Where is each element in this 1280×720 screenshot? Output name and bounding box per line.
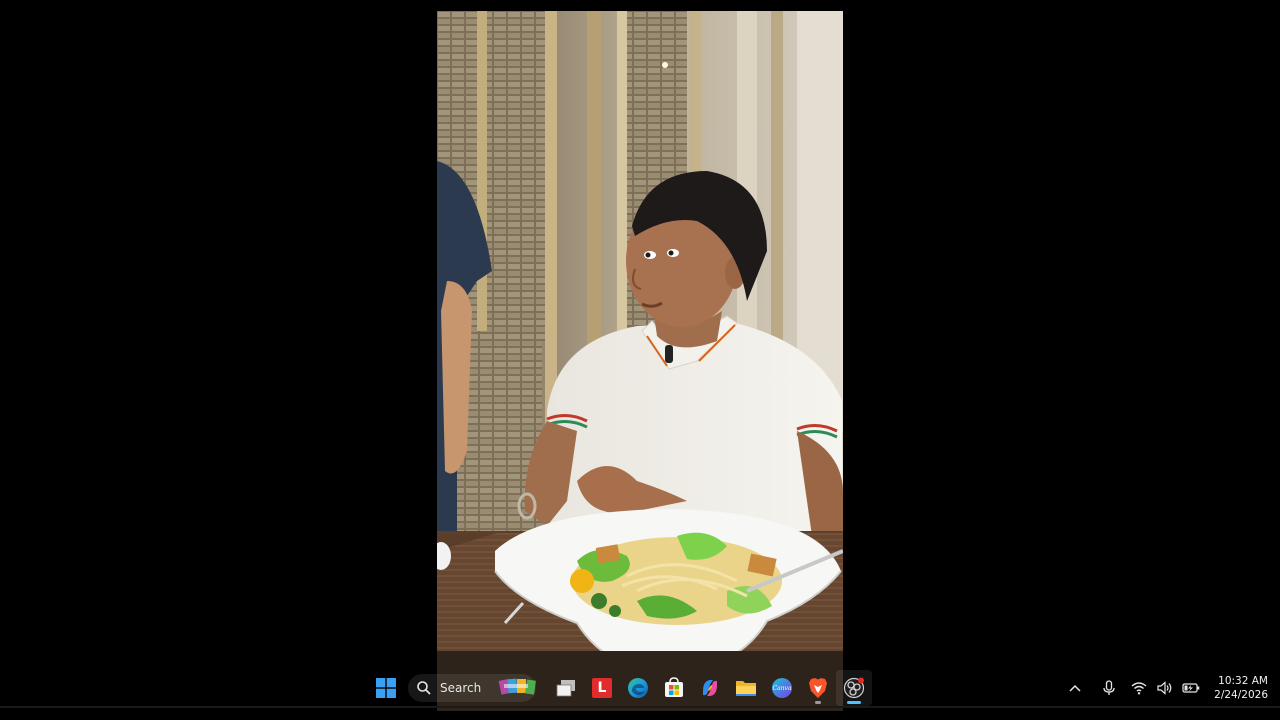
task-view-button[interactable] [548,670,584,706]
clock-date: 2/24/2026 [1214,689,1268,701]
obs-app-button[interactable] [836,670,872,706]
taskbar-search[interactable]: Search [408,674,536,702]
windows-icon [376,678,396,698]
folder-icon [736,681,756,696]
obs-icon [843,677,865,699]
video-frame[interactable] [437,11,843,711]
store-icon [665,677,683,697]
brave-lion-icon [809,678,827,698]
desktop-screen: Search L Canva 10:32 AM 2/24/2026 [0,0,1280,720]
network-button[interactable] [1128,677,1150,699]
edge-app-button[interactable] [620,670,656,706]
speaker-icon [1157,681,1172,695]
canva-app-button[interactable]: Canva [764,670,800,706]
search-label: Search [440,681,482,695]
copilot-icon [703,680,717,696]
battery-charging-icon [1182,683,1200,693]
taskbar-apps: Search L Canva [368,670,872,706]
search-highlight-icon[interactable] [498,676,538,700]
clock[interactable]: 10:32 AM 2/24/2026 [1214,674,1268,702]
copilot-app-button[interactable] [692,670,728,706]
show-hidden-icons-button[interactable] [1064,677,1086,699]
obs-active-indicator [847,701,861,704]
lazada-app-button[interactable]: L [584,670,620,706]
chevron-up-icon [1069,684,1081,692]
edge-icon [628,678,648,698]
task-view-icon [556,680,575,697]
system-tray: 10:32 AM 2/24/2026 [1062,670,1268,706]
microphone-button[interactable] [1098,677,1120,699]
lazada-letter: L [597,680,607,696]
clock-time: 10:32 AM [1218,675,1268,687]
wifi-icon [1131,682,1147,695]
search-icon [417,681,431,695]
battery-button[interactable] [1180,677,1202,699]
file-explorer-app-button[interactable] [728,670,764,706]
taskbar: Search L Canva 10:32 AM 2/24/2026 [0,670,1280,706]
taskbar-bottom-edge [0,706,1280,708]
video-scene [437,11,843,711]
brave-app-button[interactable] [800,670,836,706]
microphone-icon [1103,680,1115,695]
start-button[interactable] [368,670,404,706]
volume-button[interactable] [1154,677,1176,699]
brave-running-indicator [815,701,821,704]
canva-text: Canva [772,684,792,692]
store-app-button[interactable] [656,670,692,706]
